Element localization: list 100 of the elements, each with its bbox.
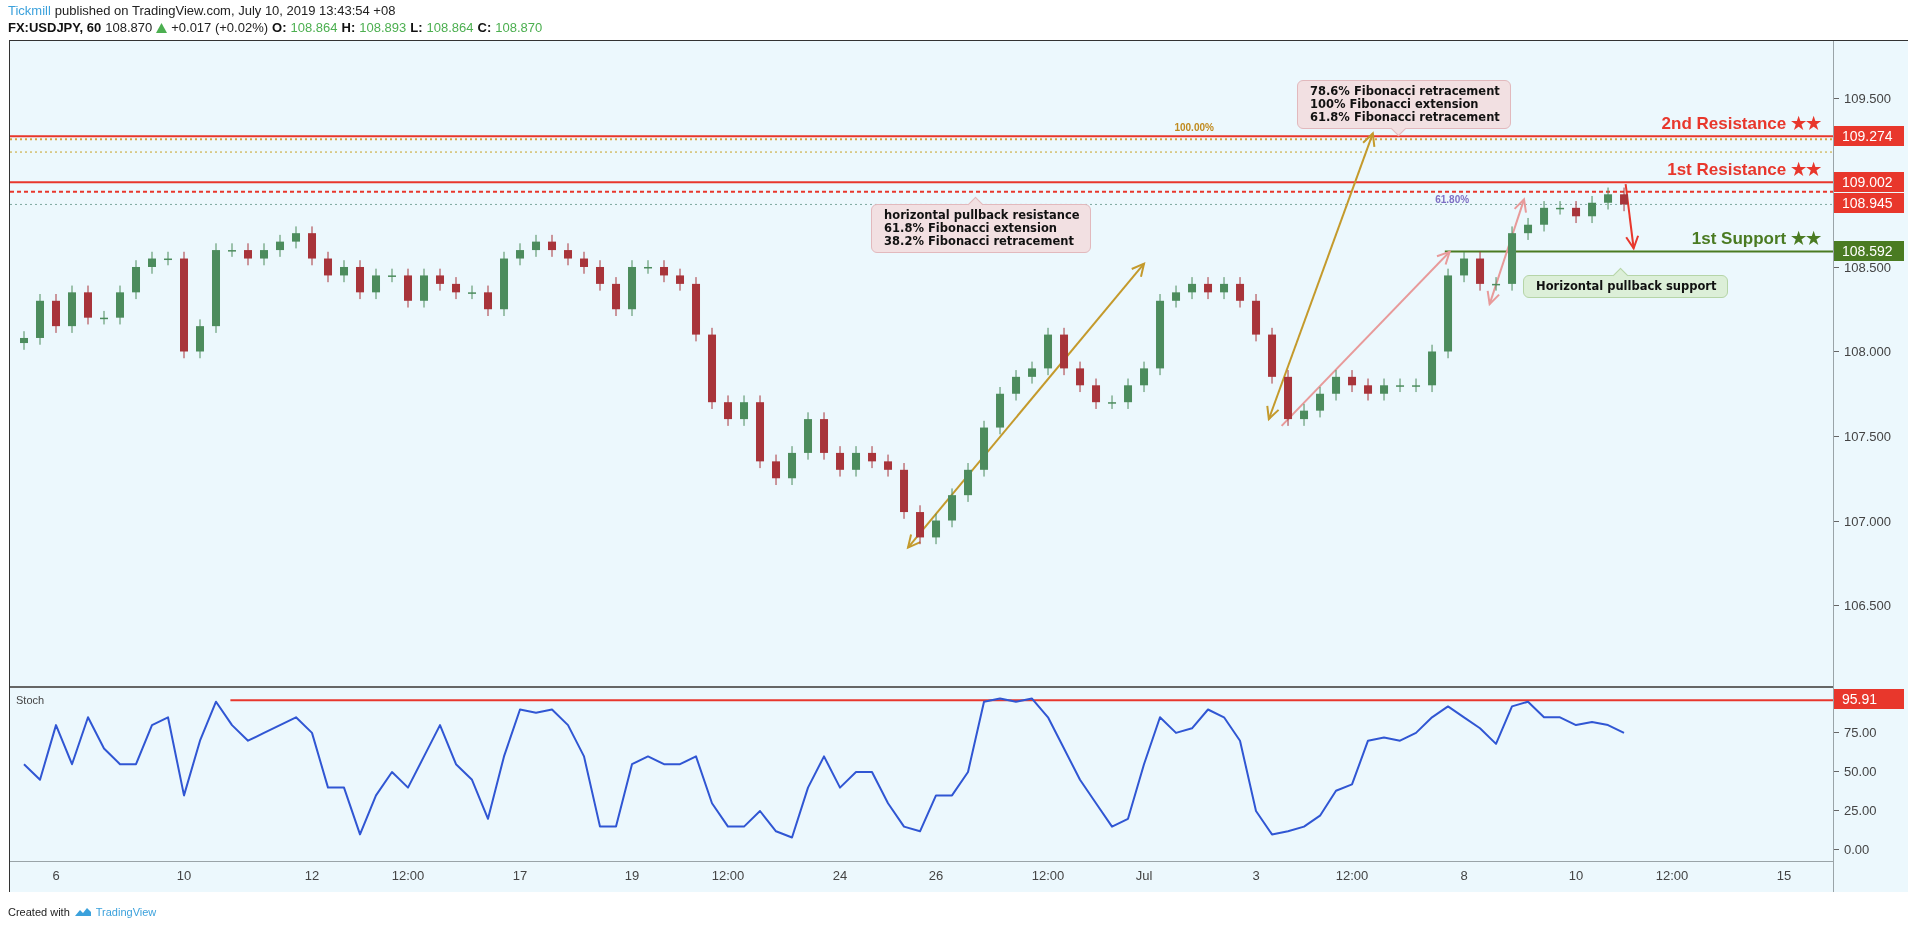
candle — [452, 276, 460, 300]
price-tag: 108.945 — [1834, 193, 1904, 214]
level-label: 1st Resistance ★★ — [1667, 159, 1821, 181]
candle — [1252, 293, 1261, 342]
candle — [468, 285, 476, 300]
footer-text: Created with — [8, 906, 70, 918]
candle — [1108, 394, 1116, 410]
candle — [1572, 200, 1581, 224]
candle — [916, 504, 924, 545]
candle — [692, 276, 700, 342]
candle — [1236, 276, 1245, 309]
axis-label: 107.500 — [1844, 428, 1891, 444]
callout-text: horizontal pullback resistance — [884, 208, 1080, 222]
candle — [516, 242, 524, 266]
time-label: 12:00 — [1031, 868, 1065, 883]
candle — [404, 268, 412, 309]
candle — [500, 251, 508, 317]
candle — [1300, 403, 1309, 427]
candle — [996, 386, 1004, 435]
candle — [1396, 378, 1405, 393]
candle — [1268, 327, 1277, 385]
author-link[interactable]: Tickmill — [8, 3, 51, 18]
time-label: 12 — [304, 868, 320, 883]
candle — [1124, 378, 1132, 410]
candle — [596, 259, 604, 292]
candle — [148, 251, 156, 275]
candle — [1284, 369, 1293, 427]
brand-link[interactable]: TradingView — [95, 906, 157, 918]
candle — [52, 293, 60, 334]
candle — [1588, 195, 1597, 224]
candle — [36, 293, 44, 346]
candle — [1220, 276, 1229, 300]
axis-label: 107.000 — [1844, 513, 1891, 528]
time-label: 12:00 — [1335, 868, 1369, 883]
axis-label: 50.00 — [1844, 763, 1877, 779]
candle — [836, 445, 844, 478]
candle — [628, 259, 636, 317]
published-text: published on TradingView.com, July 10, 2019 13:43:54 +08 — [54, 3, 396, 18]
candle — [932, 513, 940, 545]
candle — [948, 487, 956, 528]
level-label: 1st Support ★★ — [1691, 228, 1821, 250]
callout-text: 61.8% Fibonacci retracement — [1310, 111, 1500, 125]
candle — [1556, 200, 1565, 216]
candle — [964, 462, 972, 503]
time-label: 12:00 — [391, 868, 425, 883]
price-tag: 109.274 — [1834, 126, 1904, 147]
candle — [980, 420, 988, 478]
candle — [1332, 369, 1341, 401]
candle — [324, 251, 332, 283]
candle — [20, 330, 28, 351]
candle — [1540, 200, 1549, 232]
callout-text: Horizontal pullback support — [1536, 279, 1717, 293]
candle — [740, 394, 748, 427]
candle — [1476, 251, 1485, 292]
candle — [788, 445, 796, 486]
candle — [676, 268, 684, 292]
candle — [1204, 276, 1213, 300]
ohlc-value: 108.870 — [495, 20, 543, 35]
candle — [1492, 276, 1501, 292]
candle — [564, 242, 572, 266]
candle — [292, 225, 300, 249]
axis-label: 106.500 — [1844, 597, 1891, 613]
candle — [484, 285, 492, 317]
time-label: Jul — [1135, 868, 1153, 883]
candle — [612, 276, 620, 317]
price-tag: 95.91 — [1834, 689, 1904, 710]
axis-label: 75.00 — [1844, 724, 1877, 740]
ohlc-label: H: — [341, 20, 356, 35]
time-label: 3 — [1252, 868, 1260, 883]
candle — [580, 251, 588, 275]
candle — [1172, 285, 1181, 309]
candle — [772, 454, 780, 486]
time-label: 10 — [1568, 868, 1584, 883]
candle — [1508, 225, 1517, 292]
time-label: 8 — [1460, 868, 1468, 883]
pane-title: Stoch — [16, 694, 45, 706]
ohlc-value: 108.893 — [359, 20, 407, 35]
candle — [228, 242, 236, 258]
fibonacci-label: 61.80% — [1435, 193, 1470, 205]
candle — [1012, 369, 1020, 401]
time-label: 12:00 — [711, 868, 745, 883]
ohlc-value: 108.864 — [290, 20, 338, 35]
candle — [1412, 378, 1421, 393]
candle — [1060, 327, 1068, 376]
time-label: 24 — [832, 868, 848, 883]
candle — [1044, 327, 1052, 376]
callout-text: 61.8% Fibonacci extension — [884, 221, 1058, 235]
callout-text: 78.6% Fibonacci retracement — [1310, 85, 1500, 99]
candle — [868, 445, 876, 469]
candle — [884, 454, 892, 478]
time-label: 6 — [52, 868, 60, 883]
time-label: 17 — [512, 868, 528, 883]
candle — [116, 285, 124, 325]
symbol-label: FX:USDJPY, 60 — [8, 20, 102, 35]
candle — [1316, 386, 1325, 418]
cloud-logo-icon — [73, 907, 92, 917]
time-label: 10 — [176, 868, 192, 883]
candle — [548, 234, 556, 258]
time-label: 15 — [1776, 868, 1792, 883]
axis-label: 0.00 — [1844, 841, 1870, 857]
